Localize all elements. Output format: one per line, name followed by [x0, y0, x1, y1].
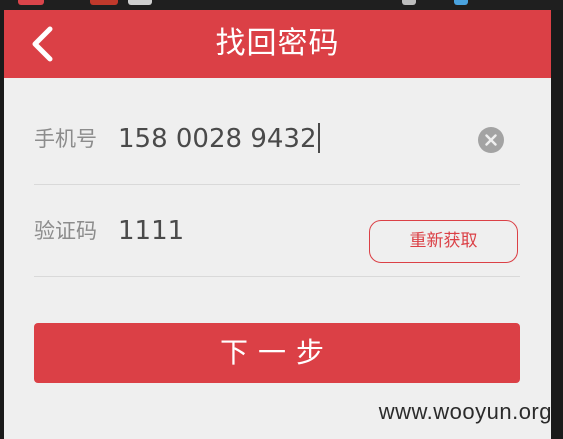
- phone-label: 手机号: [34, 127, 97, 151]
- page-title: 找回密码: [215, 26, 340, 61]
- text-caret: [317, 122, 320, 153]
- phone-value: 158 0028 9432: [118, 124, 317, 154]
- phone-row: 手机号 158 0028 9432: [34, 94, 520, 185]
- clear-circle-icon: [485, 134, 497, 146]
- clear-button[interactable]: [478, 127, 504, 153]
- status-indicator: [402, 0, 416, 5]
- back-button[interactable]: [22, 24, 62, 64]
- code-label: 验证码: [34, 219, 97, 243]
- status-bar: [0, 0, 563, 10]
- app-screen: 找回密码 手机号 158 0028 9432 验证码 1111 重新获取 下一步: [4, 10, 551, 439]
- phone-input[interactable]: 158 0028 9432: [118, 94, 320, 184]
- status-indicator: [90, 0, 118, 5]
- code-input[interactable]: 1111: [118, 186, 184, 276]
- status-indicator: [128, 0, 152, 5]
- chevron-left-icon: [32, 26, 53, 62]
- status-indicator: [454, 0, 468, 5]
- next-step-button[interactable]: 下一步: [34, 323, 520, 383]
- watermark-text: www.wooyun.org: [378, 399, 552, 424]
- screenshot-stage: 找回密码 手机号 158 0028 9432 验证码 1111 重新获取 下一步: [0, 0, 563, 439]
- status-indicator: [18, 0, 44, 5]
- resend-code-button[interactable]: 重新获取: [369, 220, 518, 263]
- app-header: 找回密码: [4, 10, 551, 78]
- code-row: 验证码 1111 重新获取: [34, 186, 520, 277]
